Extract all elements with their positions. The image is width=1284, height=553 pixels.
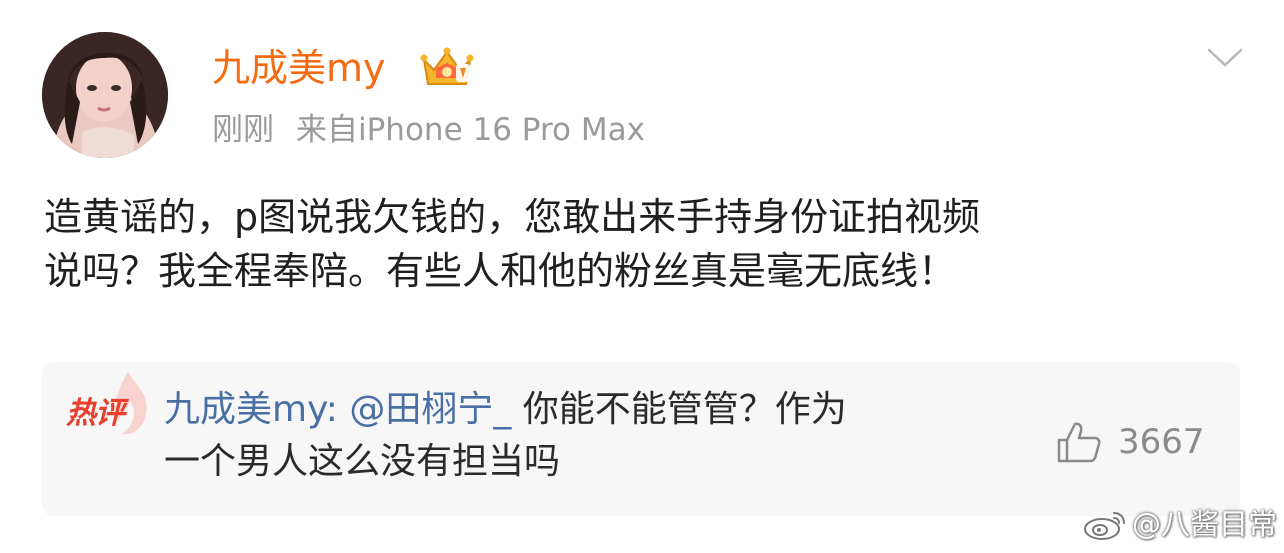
like-count: 3667: [1118, 422, 1205, 462]
post-time: 刚刚: [212, 112, 274, 148]
avatar[interactable]: [42, 32, 168, 158]
post-author-name[interactable]: 九成美my: [212, 44, 386, 92]
hot-comment-badge: 热评: [66, 370, 152, 446]
like-button[interactable]: 3667: [1056, 418, 1205, 466]
chevron-down-icon[interactable]: [1206, 46, 1244, 70]
hot-comment-label: 热评: [66, 396, 125, 431]
hot-comment-line-2: 一个男人这么没有担当吗: [164, 441, 561, 482]
watermark-text: @八酱目常: [1132, 507, 1278, 541]
avatar-image: [42, 32, 168, 158]
hot-comment-card[interactable]: 热评 九成美my: @田栩宁_ 你能不能管管？作为 一个男人这么没有担当吗 36…: [42, 362, 1240, 516]
hot-comment-text: 九成美my: @田栩宁_ 你能不能管管？作为 一个男人这么没有担当吗: [164, 384, 1044, 488]
comment-mention[interactable]: @田栩宁_: [349, 389, 511, 430]
post-body-line: 说吗？我全程奉陪。有些人和他的粉丝真是毫无底线！: [44, 249, 957, 293]
hot-comment-line-1: 九成美my: @田栩宁_ 你能不能管管？作为: [164, 384, 1044, 436]
crown-badge-icon[interactable]: [420, 46, 474, 90]
post-source: 来自iPhone 16 Pro Max: [296, 112, 645, 148]
comment-author[interactable]: 九成美my:: [164, 389, 349, 430]
post-meta: 刚刚 来自iPhone 16 Pro Max: [212, 108, 645, 152]
thumbs-up-icon: [1057, 422, 1101, 463]
post-body-line: 造黄谣的，p图说我欠钱的，您敢出来手持身份证拍视频: [44, 195, 981, 239]
post-body: 造黄谣的，p图说我欠钱的，您敢出来手持身份证拍视频 说吗？我全程奉陪。有些人和他…: [44, 190, 1244, 298]
weibo-logo-icon: [1084, 512, 1125, 540]
watermark: @八酱目常: [1082, 504, 1277, 544]
comment-text-part: 你能不能管管？作为: [511, 389, 847, 430]
